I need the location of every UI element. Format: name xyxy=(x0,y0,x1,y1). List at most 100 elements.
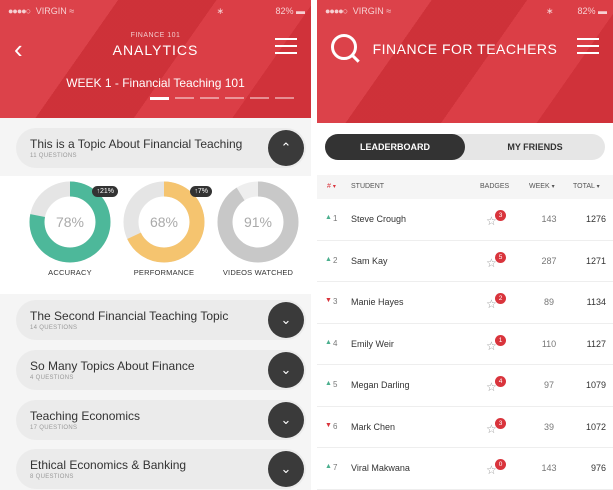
battery-info: 82% ▬ xyxy=(577,6,607,16)
column-student[interactable]: STUDENT xyxy=(351,183,384,190)
topic-item[interactable]: So Many Topics About Finance 4 QUESTIONS… xyxy=(16,350,306,390)
topic-title: Teaching Economics xyxy=(30,409,141,423)
leaderboard-screen: ●●●●○ VIRGIN ≈ ∗ 82% ▬ FINANCE FOR TEACH… xyxy=(317,0,613,490)
badge-count: 5 xyxy=(495,251,506,263)
leaderboard-tabs: LEADERBOARD MY FRIENDS xyxy=(325,134,605,160)
badges-cell: ☆ 5 xyxy=(484,251,506,272)
badge-count: 3 xyxy=(495,210,506,221)
badges-cell: ☆ 1 xyxy=(484,334,506,355)
student-name: Mark Chen xyxy=(351,421,396,432)
rank-number: 2 xyxy=(333,255,338,265)
trend-up-icon: ▲ xyxy=(325,380,332,387)
sort-icon: ▾ xyxy=(332,184,336,190)
topic-question-count: 17 QUESTIONS xyxy=(30,425,78,431)
column-total[interactable]: TOTAL ▾ xyxy=(573,183,600,190)
expand-icon[interactable]: ⌄ xyxy=(268,402,304,438)
menu-icon[interactable] xyxy=(275,38,297,54)
topic-item[interactable]: The Second Financial Teaching Topic 14 Q… xyxy=(16,300,306,340)
collapse-icon[interactable]: ⌃ xyxy=(268,130,304,166)
topic-item[interactable]: Teaching Economics 17 QUESTIONS ⌄ xyxy=(16,400,306,440)
expand-icon[interactable]: ⌄ xyxy=(268,352,304,388)
accuracy-gauge: 78% ↑21% ACCURACY xyxy=(28,180,118,280)
week-score: 39 xyxy=(543,421,554,432)
column-badges[interactable]: BADGES xyxy=(480,183,509,190)
menu-icon[interactable] xyxy=(577,38,599,54)
student-name: Megan Darling xyxy=(351,380,410,390)
page-title: FINANCE FOR TEACHERS xyxy=(372,41,558,57)
student-name: Manie Hayes xyxy=(351,297,404,307)
pager-dot[interactable] xyxy=(150,97,169,100)
carrier-name: VIRGIN xyxy=(352,6,384,16)
sort-icon: ▾ xyxy=(596,184,600,190)
wifi-icon: ≈ xyxy=(386,6,392,16)
column-rank[interactable]: # ▾ xyxy=(327,183,336,190)
week-score: 287 xyxy=(541,255,557,266)
topic-expanded[interactable]: This is a Topic About Financial Teaching… xyxy=(16,128,306,168)
total-score: 1134 xyxy=(586,297,606,307)
topics-list: This is a Topic About Financial Teaching… xyxy=(0,118,311,490)
topic-item[interactable]: Ethical Economics & Banking 8 QUESTIONS … xyxy=(16,449,306,489)
total-score: 976 xyxy=(590,463,606,473)
week-score: 89 xyxy=(543,297,554,307)
table-row[interactable]: ▲ 2 Sam Kay ☆ 5 287 1271 xyxy=(317,241,613,282)
table-row[interactable]: ▼ 3 Manie Hayes ☆ 2 89 1134 xyxy=(317,282,613,324)
topic-title: The Second Financial Teaching Topic xyxy=(30,309,229,323)
expand-icon[interactable]: ⌄ xyxy=(268,302,304,338)
student-name: Steve Crough xyxy=(351,214,407,224)
accuracy-change-badge: ↑21% xyxy=(92,186,118,197)
week-pager[interactable] xyxy=(150,97,294,100)
bluetooth-icon: ∗ xyxy=(216,6,225,16)
topic-stats: 78% ↑21% ACCURACY 68% ↑7% PERFORMANCE 91 xyxy=(0,176,311,294)
videos-ring: 91% xyxy=(217,181,299,263)
pager-dot[interactable] xyxy=(175,97,194,99)
table-row[interactable]: ▲ 4 Emily Weir ☆ 1 110 1127 xyxy=(317,324,613,365)
trend-up-icon: ▲ xyxy=(325,214,332,221)
battery-icon: ▬ xyxy=(598,6,607,16)
week-score: 143 xyxy=(541,214,557,224)
badges-cell: ☆ 0 xyxy=(484,459,506,479)
badges-cell: ☆ 3 xyxy=(484,210,506,230)
performance-gauge: 68% ↑7% PERFORMANCE xyxy=(122,180,212,280)
table-row[interactable]: ▲ 5 Megan Darling ☆ 4 97 1079 xyxy=(317,365,613,407)
leaderboard-header: ●●●●○ VIRGIN ≈ ∗ 82% ▬ FINANCE FOR TEACH… xyxy=(317,0,613,123)
sort-icon: ▾ xyxy=(551,184,555,190)
leaderboard-rows: ▲ 1 Steve Crough ☆ 3 143 1276 ▲ 2 Sam Kay ☆ 5 287 127… xyxy=(317,199,613,490)
column-week[interactable]: WEEK ▾ xyxy=(529,183,555,190)
rank-number: 7 xyxy=(333,463,338,472)
trend-up-icon: ▲ xyxy=(325,463,332,470)
pager-dot[interactable] xyxy=(200,97,219,99)
table-row[interactable]: ▲ 1 Steve Crough ☆ 3 143 1276 xyxy=(317,199,613,241)
leaderboard-content: LEADERBOARD MY FRIENDS # ▾ STUDENT BADGE… xyxy=(317,123,613,490)
badge-count: 0 xyxy=(495,459,506,470)
table-row[interactable]: ▼ 6 Mark Chen ☆ 3 39 1072 xyxy=(317,407,613,448)
tab-leaderboard[interactable]: LEADERBOARD xyxy=(325,134,465,160)
trend-up-icon: ▲ xyxy=(325,255,332,263)
topic-title: So Many Topics About Finance xyxy=(30,359,195,373)
pager-dot[interactable] xyxy=(250,97,269,99)
pager-dot[interactable] xyxy=(225,97,244,99)
table-row[interactable]: ▲ 7 Viral Makwana ☆ 0 143 976 xyxy=(317,448,613,490)
topic-question-count: 8 QUESTIONS xyxy=(30,474,74,480)
expand-icon[interactable]: ⌄ xyxy=(268,451,304,487)
tab-my-friends[interactable]: MY FRIENDS xyxy=(465,134,605,160)
pager-dot[interactable] xyxy=(275,97,294,99)
badge-count: 3 xyxy=(495,417,506,429)
rank-number: 1 xyxy=(333,214,338,223)
week-label: WEEK 1 - Financial Teaching 101 xyxy=(66,76,245,90)
bluetooth-icon: ∗ xyxy=(546,6,554,16)
total-score: 1072 xyxy=(585,421,606,432)
signal-icon: ●●●●○ xyxy=(8,6,31,16)
signal-icon: ●●●●○ xyxy=(325,6,348,16)
total-score: 1276 xyxy=(585,214,606,224)
status-bar: ●●●●○ VIRGIN ≈ ∗ 82% ▬ xyxy=(325,6,607,20)
trend-up-icon: ▲ xyxy=(325,338,332,346)
week-score: 97 xyxy=(543,380,554,390)
analytics-header: ●●●●○ VIRGIN ≈ ∗ 82% ▬ ‹ FINANCE 101 ANA… xyxy=(0,0,311,118)
total-score: 1079 xyxy=(585,380,606,390)
battery-percent: 82% xyxy=(577,6,596,16)
videos-label: VIDEOS WATCHED xyxy=(222,268,294,277)
rank-number: 5 xyxy=(333,380,338,389)
trend-down-icon: ▼ xyxy=(325,421,332,429)
accuracy-label: ACCURACY xyxy=(48,268,92,277)
carrier-info: ●●●●○ VIRGIN ≈ xyxy=(8,6,74,16)
